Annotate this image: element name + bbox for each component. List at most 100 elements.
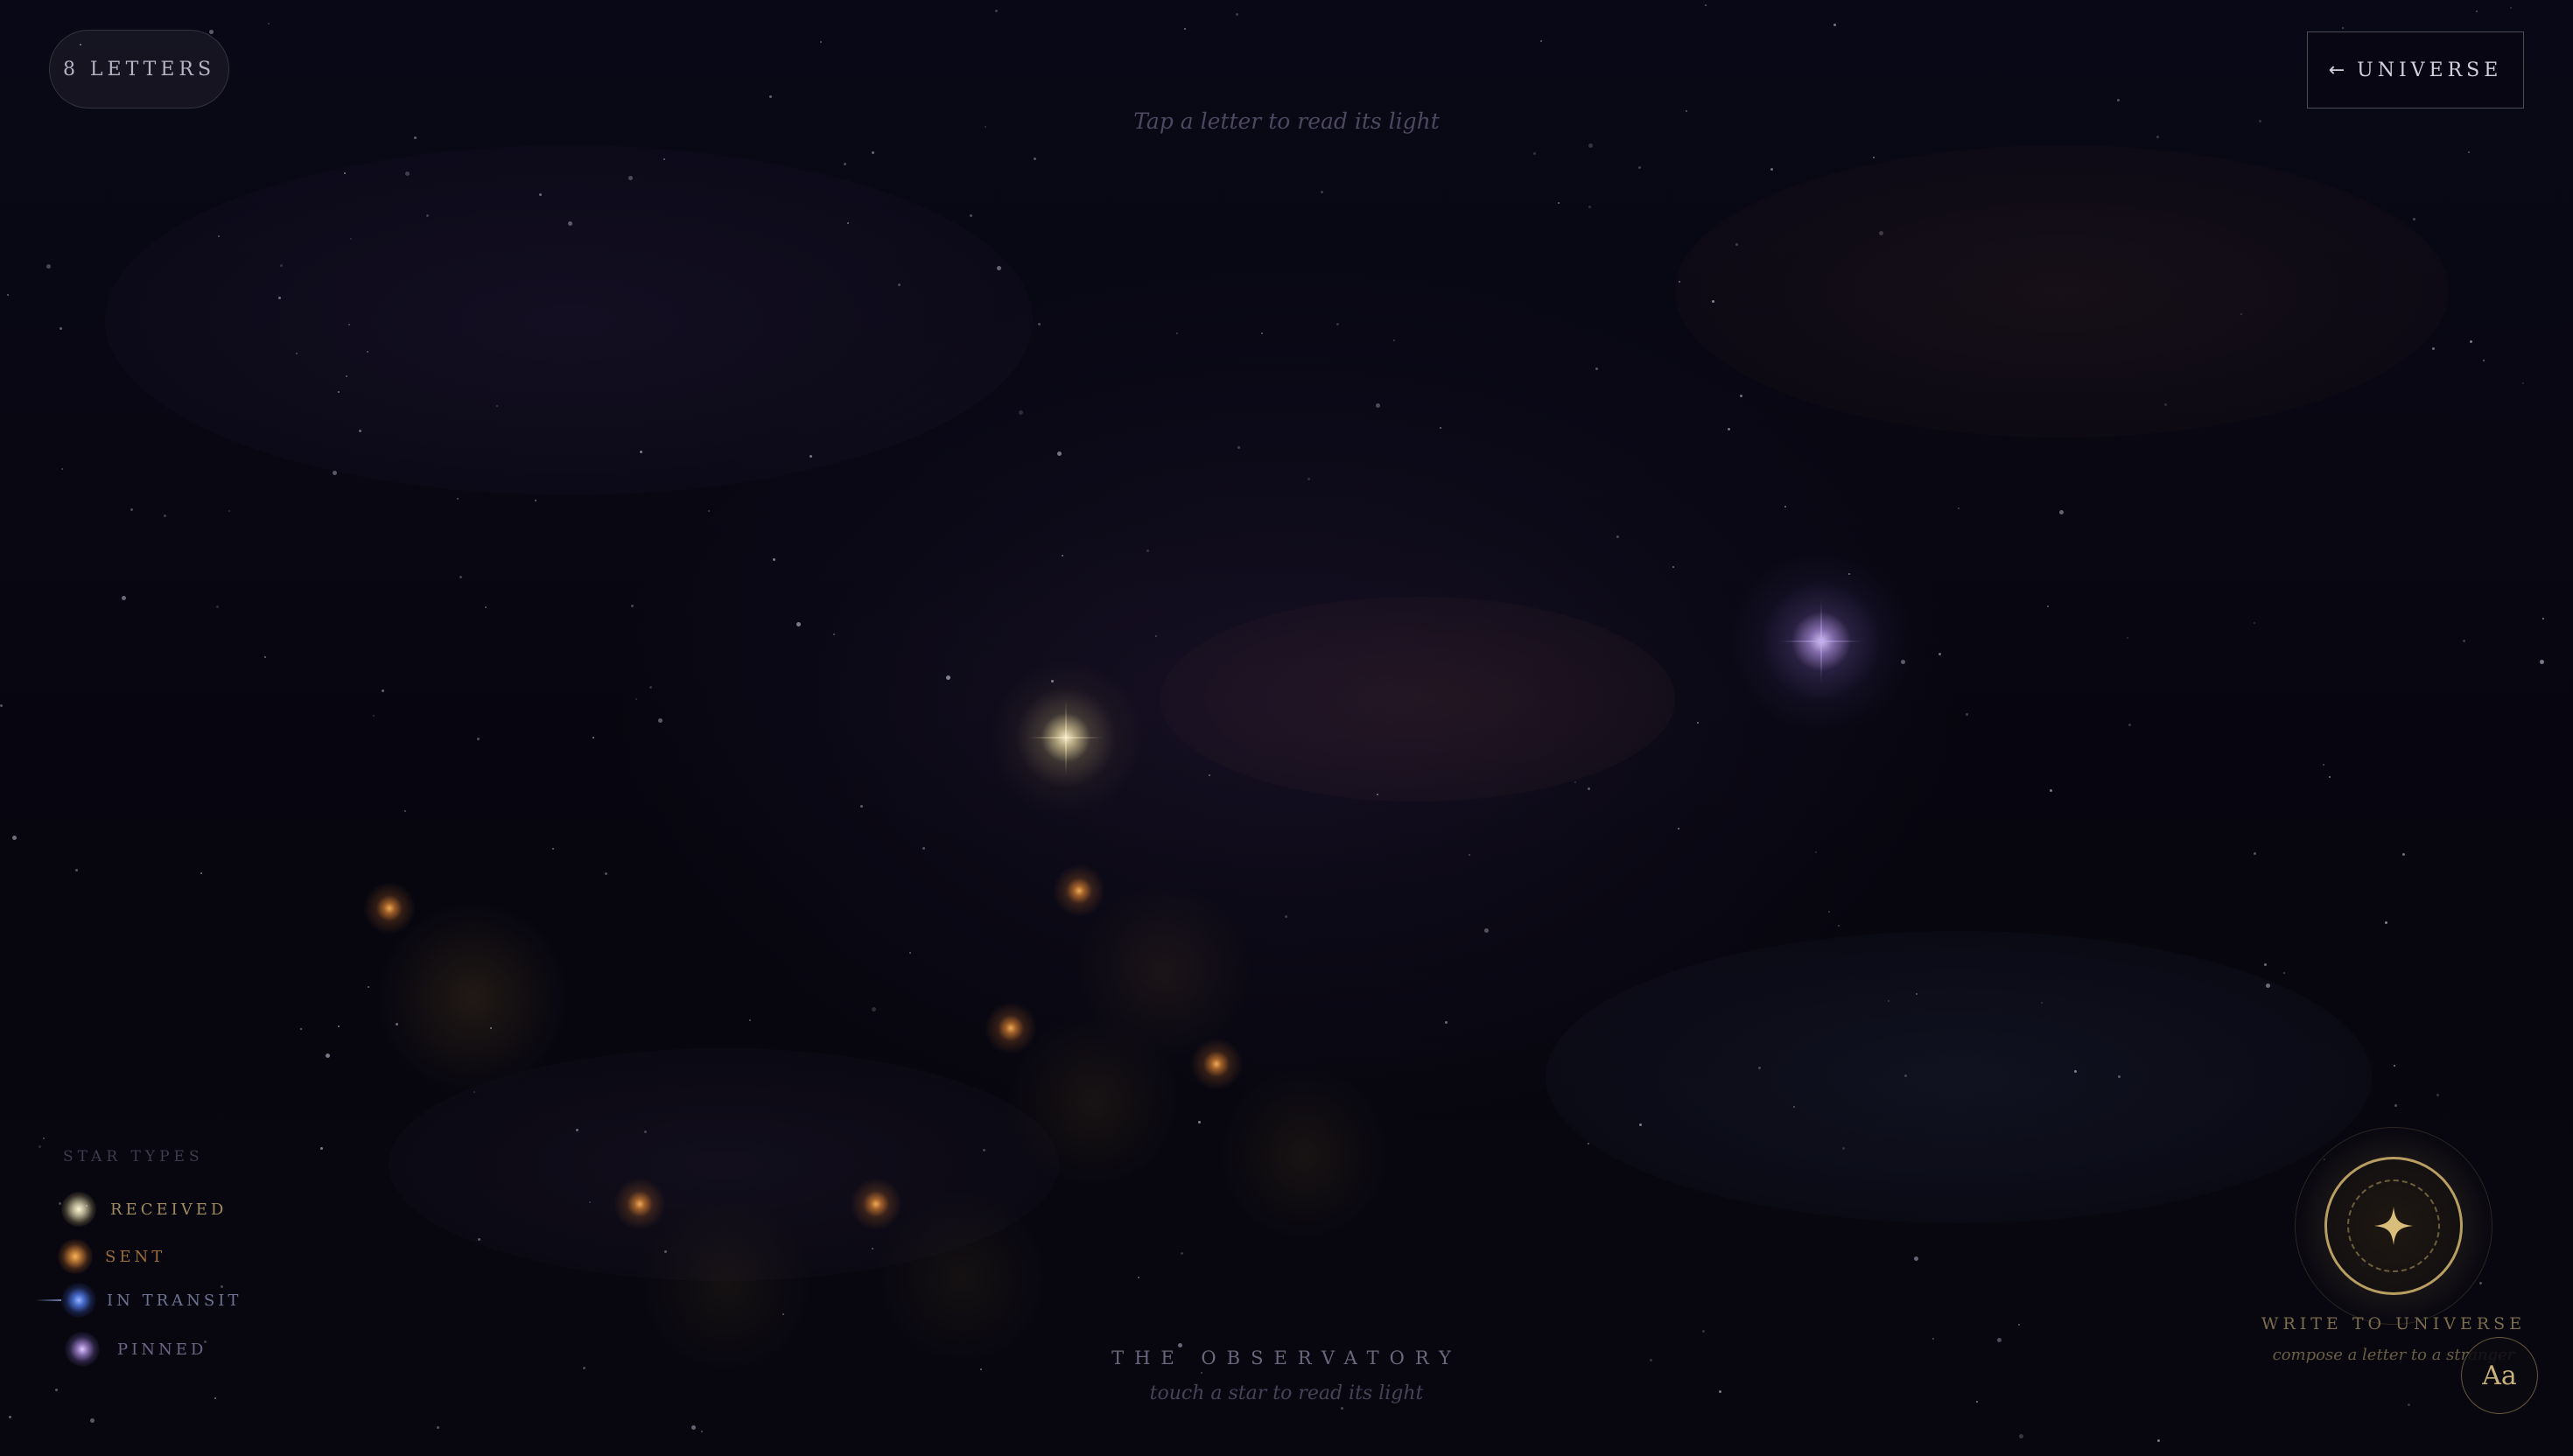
background-star <box>1393 340 1395 341</box>
background-star <box>368 986 369 988</box>
background-star <box>995 10 998 12</box>
background-star <box>367 351 368 353</box>
background-star <box>228 510 230 512</box>
letter-star-sent[interactable] <box>850 1178 902 1230</box>
background-star <box>209 30 214 34</box>
background-star <box>1321 191 1323 193</box>
background-star <box>490 1027 492 1029</box>
sent-star-icon <box>58 1239 93 1274</box>
background-star <box>1679 281 1680 283</box>
background-star <box>1833 24 1836 26</box>
background-star <box>1308 478 1310 480</box>
background-star <box>820 41 822 43</box>
background-star <box>1138 1277 1139 1278</box>
background-star <box>477 738 480 740</box>
background-star <box>1758 1067 1761 1069</box>
background-star <box>631 605 634 607</box>
pinned-star-flare <box>1820 598 1822 685</box>
background-star <box>1873 157 1875 158</box>
background-star <box>1793 1106 1795 1108</box>
background-star <box>1997 1338 2002 1342</box>
letter-star-sent[interactable] <box>363 882 416 934</box>
sent-star-icon <box>850 1178 902 1230</box>
letter-star-sent[interactable] <box>1053 864 1105 917</box>
sent-star-icon <box>613 1178 666 1230</box>
background-star <box>605 872 607 875</box>
sent-star-icon <box>985 1002 1037 1054</box>
background-star <box>1958 508 1960 509</box>
background-star <box>2542 618 2544 620</box>
background-star <box>2128 724 2131 726</box>
background-star <box>396 1023 398 1026</box>
background-star <box>773 558 775 561</box>
background-star <box>2117 99 2120 102</box>
legend-title: STAR TYPES <box>63 1148 204 1166</box>
legend-item-sent: SENT <box>58 1239 165 1274</box>
background-star <box>1770 168 1773 171</box>
background-star <box>1558 202 1560 204</box>
letter-star-sent[interactable] <box>1190 1038 1243 1090</box>
background-star <box>997 266 1001 270</box>
background-star <box>333 471 337 475</box>
background-star <box>2118 1075 2121 1078</box>
background-star <box>1712 300 1714 303</box>
legend-item-in-transit: IN TRANSIT <box>35 1283 242 1318</box>
background-star <box>2402 853 2405 856</box>
background-star <box>1588 1143 1589 1144</box>
letter-star-received[interactable] <box>987 659 1145 816</box>
background-star <box>2254 622 2255 624</box>
background-star <box>1588 144 1593 148</box>
background-star <box>46 264 51 269</box>
background-star <box>552 848 554 850</box>
background-star <box>60 327 62 330</box>
letter-star-sent[interactable] <box>985 1002 1037 1054</box>
nebula-cloud <box>1546 931 2372 1223</box>
letter-star-pinned[interactable] <box>1716 536 1926 746</box>
received-star-icon <box>61 1192 96 1227</box>
background-star <box>1904 1074 1907 1077</box>
background-star <box>1678 828 1679 830</box>
background-star <box>1735 243 1738 246</box>
background-star <box>1062 555 1063 556</box>
background-star <box>1540 40 1542 42</box>
background-star <box>130 508 133 511</box>
background-star <box>2254 852 2256 855</box>
background-star <box>326 1054 330 1058</box>
background-star <box>2522 382 2524 384</box>
background-star <box>1261 332 1263 334</box>
background-star <box>2264 963 2267 966</box>
background-star <box>338 1026 340 1027</box>
background-star <box>2479 1282 2482 1284</box>
background-star <box>1440 427 1441 429</box>
nebula-cloud <box>389 1048 1059 1281</box>
background-star <box>200 872 202 874</box>
write-to-universe-button[interactable] <box>2324 1157 2463 1295</box>
background-star <box>296 353 298 354</box>
received-star-flare <box>1065 698 1067 777</box>
letter-star-sent[interactable] <box>613 1178 666 1230</box>
background-star <box>1638 166 1641 169</box>
background-star <box>1285 915 1287 918</box>
background-star <box>539 193 542 196</box>
background-star <box>350 238 352 240</box>
back-to-universe-button[interactable]: ← UNIVERSE <box>2307 32 2524 108</box>
background-star <box>644 1130 647 1133</box>
font-settings-button[interactable]: Aa <box>2461 1337 2538 1414</box>
background-star <box>459 576 462 578</box>
background-star <box>2047 606 2049 607</box>
background-star <box>592 737 594 738</box>
background-star <box>909 952 911 954</box>
background-star <box>847 222 849 224</box>
background-star <box>1932 1338 1934 1340</box>
background-star <box>769 95 772 98</box>
sparkle-icon <box>2374 1207 2413 1245</box>
background-star <box>1784 506 1786 508</box>
background-star <box>1639 1124 1642 1126</box>
background-star <box>701 1431 703 1432</box>
background-star <box>1728 428 1730 430</box>
background-star <box>1184 28 1186 30</box>
background-star <box>61 468 63 470</box>
background-star <box>1034 158 1036 160</box>
background-star <box>658 718 663 723</box>
background-star <box>90 1418 95 1423</box>
